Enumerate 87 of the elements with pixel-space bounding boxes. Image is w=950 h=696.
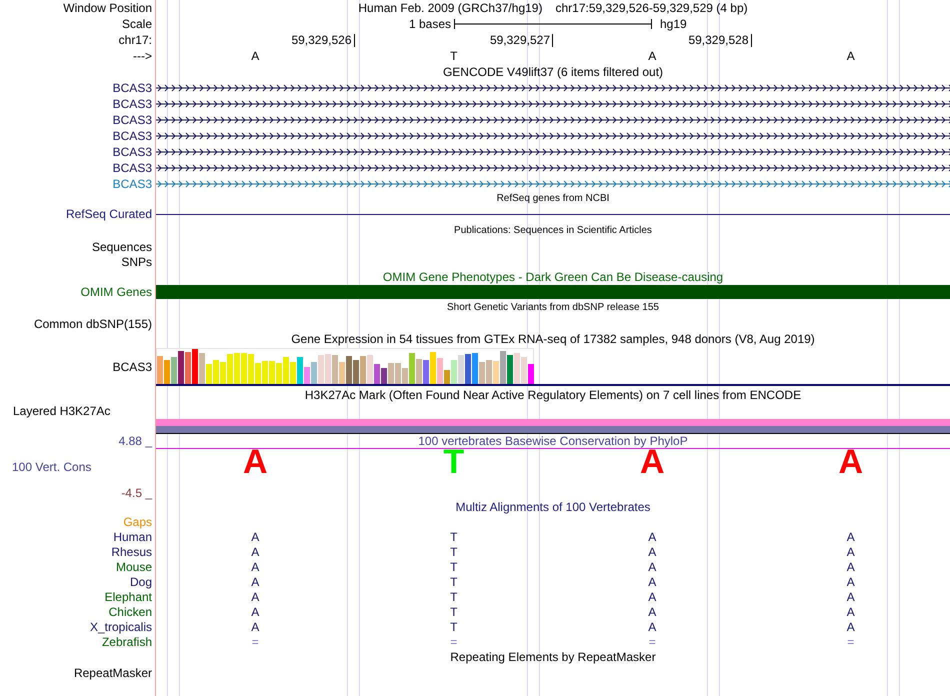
transcript-label[interactable]: BCAS3: [112, 129, 152, 143]
alignment-base: A: [251, 604, 260, 618]
track-title: Multiz Alignments of 100 Vertebrates: [456, 500, 650, 514]
track-title: RefSeq genes from NCBI: [496, 192, 610, 206]
alignment-base: T: [450, 530, 458, 544]
alignment-base: A: [846, 544, 855, 558]
alignment-base: A: [846, 574, 855, 588]
species-label[interactable]: Elephant: [104, 590, 152, 604]
alignment-base: A: [251, 620, 260, 634]
track-label: Scale: [122, 17, 152, 31]
conservation-letter: A: [242, 449, 268, 476]
alignment-base: T: [450, 544, 458, 558]
assembly-text: Human Feb. 2009 (GRCh37/hg19): [358, 1, 542, 15]
alignment-base: A: [251, 590, 260, 604]
coordinate-label: 59,329,528: [688, 34, 752, 46]
alignment-base: =: [450, 634, 458, 648]
track-label: chr17:: [118, 33, 152, 47]
track-label[interactable]: RefSeq Curated: [66, 207, 152, 221]
alignment-base: A: [846, 604, 855, 618]
species-label[interactable]: Dog: [130, 574, 152, 588]
track-title: Publications: Sequences in Scientific Articles: [454, 224, 652, 238]
track-label[interactable]: Layered H3K27Ac: [13, 404, 110, 418]
track-title: Short Genetic Variants from dbSNP release 155: [447, 301, 659, 315]
coordinate-label: 59,329,527: [490, 34, 553, 46]
alignment-base: A: [648, 620, 656, 634]
alignment-base: A: [648, 590, 656, 604]
position-text: chr17:59,329,526-59,329,529 (4 bp): [555, 1, 748, 15]
track-title: GENCODE V49lift37 (6 items filtered out): [442, 65, 664, 79]
conservation-letter: T: [443, 449, 464, 476]
alignment-base: =: [847, 634, 854, 648]
species-label[interactable]: Chicken: [108, 604, 152, 618]
species-label[interactable]: Human: [113, 530, 152, 544]
transcript-label[interactable]: BCAS3: [112, 113, 152, 127]
transcript-label[interactable]: BCAS3: [112, 161, 152, 175]
conservation-letter: A: [838, 449, 864, 476]
transcript-label[interactable]: BCAS3: [112, 145, 152, 159]
alignment-base: A: [648, 604, 656, 618]
alignment-base: =: [648, 634, 656, 648]
base-letter: A: [648, 49, 656, 63]
alignment-base: A: [251, 574, 260, 588]
base-letter: T: [450, 49, 458, 63]
alignment-base: A: [846, 620, 855, 634]
alignment-base: A: [846, 590, 855, 604]
track-label[interactable]: RepeatMasker: [74, 666, 152, 680]
alignment-base: A: [251, 560, 260, 574]
base-letter: A: [846, 49, 855, 63]
track-title: H3K27Ac Mark (Often Found Near Active Regulatory Elements) on 7 cell lines from ENCODE: [304, 388, 802, 402]
strand-label: --->: [133, 49, 152, 63]
species-label[interactable]: Rhesus: [111, 544, 152, 558]
track-title: Repeating Elements by RepeatMasker: [450, 650, 656, 664]
track-title: 100 vertebrates Basewise Conservation by PhyloP: [418, 434, 688, 448]
axis-max-label: 4.88 _: [118, 434, 152, 448]
species-label[interactable]: Zebrafish: [102, 634, 152, 648]
alignment-base: A: [648, 544, 656, 558]
transcript-label[interactable]: BCAS3: [112, 177, 152, 191]
alignment-base: A: [846, 560, 855, 574]
coordinate-label: 59,329,526: [291, 34, 354, 46]
track-label[interactable]: OMIM Genes: [80, 285, 152, 299]
alignment-base: A: [251, 544, 260, 558]
scale-text: 1 bases: [408, 17, 451, 31]
conservation-letter: A: [640, 449, 665, 476]
alignment-base: A: [251, 530, 260, 544]
transcript-label[interactable]: BCAS3: [112, 81, 152, 95]
alignment-base: T: [450, 590, 458, 604]
alignment-base: T: [450, 574, 458, 588]
scale-assembly-text: hg19: [660, 17, 687, 31]
track-label[interactable]: Sequences: [92, 240, 152, 254]
track-title: Gene Expression in 54 tissues from GTEx RNA-seq of 17382 samples, 948 donors (V8, Aug 2019): [291, 332, 815, 346]
track-label[interactable]: SNPs: [121, 254, 152, 268]
alignment-base: A: [648, 574, 656, 588]
species-label[interactable]: X_tropicalis: [90, 620, 152, 634]
alignment-base: T: [450, 604, 458, 618]
species-label[interactable]: Mouse: [116, 560, 152, 574]
track-label[interactable]: 100 Vert. Cons: [12, 460, 92, 474]
alignment-base: T: [450, 620, 458, 634]
alignment-base: =: [252, 634, 259, 648]
track-title: OMIM Gene Phenotypes - Dark Green Can Be Disease-causing: [382, 270, 724, 284]
track-label: Window Position: [63, 1, 152, 15]
alignment-base: A: [648, 530, 656, 544]
base-letter: A: [251, 49, 260, 63]
alignment-base: A: [648, 560, 656, 574]
track-label[interactable]: Common dbSNP(155): [34, 316, 152, 330]
alignment-base: T: [450, 560, 458, 574]
axis-min-label: -4.5 _: [121, 486, 152, 500]
transcript-label[interactable]: BCAS3: [112, 97, 152, 111]
track-label[interactable]: BCAS3: [112, 360, 152, 374]
alignment-base: A: [846, 530, 855, 544]
